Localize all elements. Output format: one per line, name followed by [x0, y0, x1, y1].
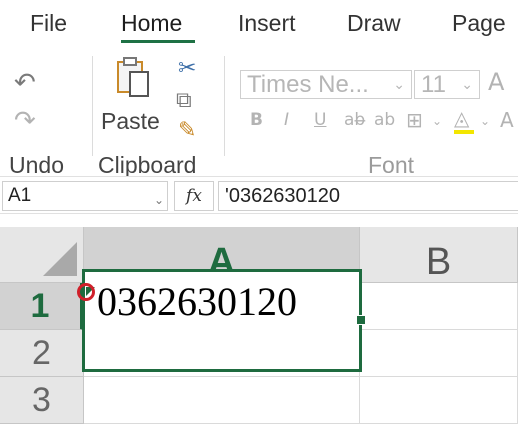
- separator: [92, 56, 93, 156]
- chevron-down-icon[interactable]: ⌄: [154, 186, 164, 214]
- increase-font-icon[interactable]: A: [488, 68, 504, 96]
- undo-group-label: Undo: [9, 152, 64, 178]
- formula-bar: A1 ⌄ fx '0362630120: [0, 176, 518, 214]
- format-painter-icon[interactable]: ✎: [178, 118, 196, 143]
- font-group-label: Font: [368, 152, 415, 178]
- font-size-value: 11: [421, 71, 446, 98]
- tab-insert[interactable]: Insert: [238, 10, 296, 37]
- italic-icon[interactable]: I: [284, 110, 289, 130]
- chevron-down-icon[interactable]: ⌄: [480, 114, 490, 128]
- select-all-corner[interactable]: [0, 227, 84, 283]
- font-name-value: Times Ne...: [247, 71, 369, 98]
- redo-icon[interactable]: ↷: [14, 106, 36, 136]
- tab-home[interactable]: Home: [121, 10, 182, 37]
- fill-handle[interactable]: [356, 315, 366, 325]
- tab-draw[interactable]: Draw: [347, 10, 401, 37]
- chevron-down-icon: ⌄: [461, 76, 473, 92]
- undo-icon[interactable]: ↶: [14, 68, 36, 98]
- row-header-3[interactable]: 3: [0, 377, 84, 424]
- chevron-down-icon[interactable]: ⌄: [432, 114, 442, 128]
- cell-b3[interactable]: [360, 377, 518, 424]
- formula-input[interactable]: '0362630120: [218, 181, 518, 211]
- chevron-down-icon: ⌄: [393, 76, 405, 92]
- paste-icon[interactable]: [116, 56, 152, 98]
- tab-file[interactable]: File: [30, 10, 67, 37]
- ribbon: ↶ ↷ Undo Paste ✂ ⧉ ✎ Clipboard Times Ne.…: [0, 46, 518, 178]
- row-header-1[interactable]: 1: [0, 283, 84, 330]
- ribbon-tabs: File Home Insert Draw Page: [0, 0, 518, 46]
- subscript-icon[interactable]: ab: [374, 110, 395, 130]
- cut-icon[interactable]: ✂: [178, 56, 196, 81]
- font-size-dropdown[interactable]: 11 ⌄: [414, 70, 480, 99]
- name-box[interactable]: A1 ⌄: [2, 181, 168, 211]
- active-tab-indicator: [121, 40, 195, 43]
- border-icon[interactable]: ⊞: [406, 108, 423, 132]
- cell-a3[interactable]: [84, 377, 360, 424]
- clipboard-group-label: Clipboard: [98, 152, 197, 178]
- strikethrough-icon[interactable]: ab̶: [344, 110, 365, 130]
- fill-color-swatch: [454, 130, 474, 134]
- font-color-icon[interactable]: A: [500, 108, 514, 132]
- cell-b2[interactable]: [360, 330, 518, 377]
- paste-button[interactable]: Paste: [101, 108, 160, 135]
- font-name-dropdown[interactable]: Times Ne... ⌄: [240, 70, 412, 99]
- worksheet-grid: A B 1 2 3 0362630120: [0, 214, 518, 424]
- cell-a1[interactable]: 0362630120: [82, 269, 362, 372]
- column-header-b[interactable]: B: [360, 227, 518, 283]
- underline-icon[interactable]: U: [314, 110, 326, 130]
- row-header-2[interactable]: 2: [0, 330, 84, 377]
- cell-b1[interactable]: [360, 283, 518, 330]
- error-highlight-circle: [77, 283, 95, 301]
- copy-icon[interactable]: ⧉: [176, 88, 192, 113]
- tab-page[interactable]: Page: [452, 10, 506, 37]
- cell-a1-value: 0362630120: [97, 279, 297, 324]
- select-all-icon: [43, 242, 77, 276]
- name-box-value: A1: [8, 185, 32, 206]
- separator: [224, 56, 225, 156]
- insert-function-button[interactable]: fx: [174, 181, 214, 211]
- fill-color-icon[interactable]: ◬: [454, 106, 469, 130]
- bold-icon[interactable]: B: [250, 110, 263, 130]
